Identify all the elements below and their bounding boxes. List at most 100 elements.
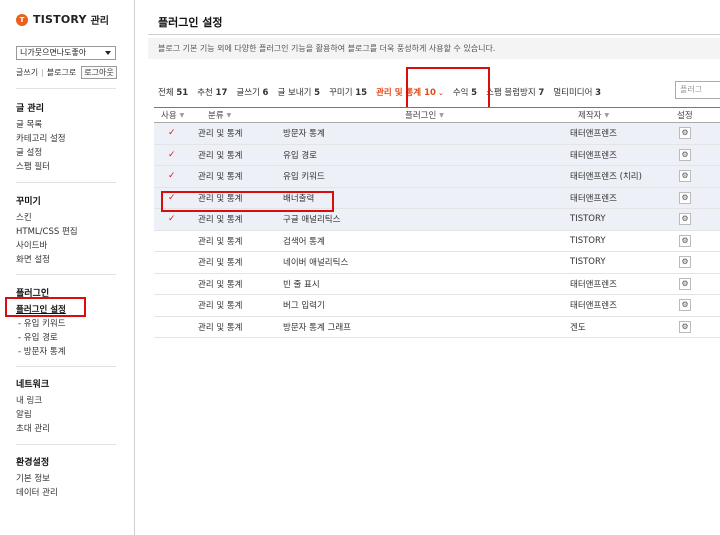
plugin-table: 사용 ▼ 분류 ▼ 플러그인 ▼ 제작자 ▼ 설정 ✓ 관리 및 통계 방문자 통계 태터앤프…: [154, 107, 720, 338]
table-row[interactable]: 관리 및 통계 버그 입력기 태터앤프렌즈 ⚙: [154, 295, 720, 317]
plugin-name-cell[interactable]: 방문자 통계: [283, 123, 325, 144]
sort-icon: ▼: [179, 111, 185, 119]
tab-decor[interactable]: 꾸미기 15: [329, 86, 367, 98]
write-link[interactable]: 글쓰기: [16, 67, 38, 78]
plugin-name-cell[interactable]: 구글 애널리틱스: [283, 209, 340, 230]
brand-sub: 관리: [90, 16, 110, 27]
tab-spam[interactable]: 스팸 블럼방지 7: [486, 86, 544, 98]
menu-item-basic-info[interactable]: 기본 정보: [16, 472, 58, 486]
highlight-box-plugin-settings: [5, 297, 86, 317]
use-cell[interactable]: ✓: [168, 123, 176, 144]
plugin-search-input[interactable]: 플러그: [675, 81, 720, 99]
plugin-name-cell[interactable]: 네이버 애널리틱스: [283, 252, 348, 273]
menu-item-invite[interactable]: 초대 관리: [16, 422, 50, 436]
gear-icon[interactable]: ⚙: [679, 127, 691, 140]
menu-item-post-list[interactable]: 글 목록: [16, 118, 66, 132]
gear-icon[interactable]: ⚙: [679, 148, 691, 161]
title-divider: [148, 34, 720, 35]
tab-multimedia[interactable]: 멀티미디어 3: [553, 86, 601, 98]
settings-cell: ⚙: [679, 188, 691, 209]
table-row[interactable]: 관리 및 통계 빈 줄 표시 태터앤프렌즈 ⚙: [154, 274, 720, 295]
tistory-logo-icon: T: [16, 13, 28, 26]
menu-item-post-settings[interactable]: 글 설정: [16, 146, 66, 160]
gear-icon[interactable]: ⚙: [679, 320, 691, 333]
brand[interactable]: T TISTORY 관리: [16, 12, 109, 27]
author-cell: TISTORY: [570, 214, 606, 225]
menu-item-notifications[interactable]: 알림: [16, 408, 50, 422]
settings-cell: ⚙: [679, 209, 691, 230]
tab-writing[interactable]: 글쓰기 6: [236, 86, 268, 98]
tab-send-post[interactable]: 글 보내기 5: [277, 86, 320, 98]
menu-item-sidebar[interactable]: 사이드바: [16, 239, 78, 253]
author-cell: 태터앤프렌즈: [570, 150, 617, 161]
gear-icon[interactable]: ⚙: [679, 299, 691, 312]
logout-button[interactable]: 로그아웃: [81, 66, 117, 79]
highlight-box-active-tab: [406, 67, 490, 110]
settings-cell: ⚙: [679, 231, 691, 252]
menu-sub-inflow-keyword[interactable]: - 유입 키워드: [16, 317, 66, 331]
gear-icon[interactable]: ⚙: [679, 277, 691, 290]
sort-icon: ▼: [439, 111, 444, 119]
menu-sub-visitor-stats[interactable]: - 방문자 통계: [16, 345, 66, 359]
settings-cell: ⚙: [679, 295, 691, 316]
settings-cell: ⚙: [679, 274, 691, 295]
table-row[interactable]: 관리 및 통계 검색어 통계 TISTORY ⚙: [154, 231, 720, 252]
author-cell: 태터앤프렌즈: [570, 301, 617, 312]
menu-head-settings: 환경설정: [16, 458, 50, 468]
table-row[interactable]: ✓ 관리 및 통계 유입 키워드 태터앤프렌즈 (치리) ⚙: [154, 166, 720, 188]
plugin-name-cell[interactable]: 버그 입력기: [283, 295, 325, 316]
plugin-name-cell[interactable]: 유입 경로: [283, 145, 317, 166]
author-cell: 겐도: [570, 322, 586, 333]
sidebar-divider: [16, 366, 116, 367]
menu-item-spam-filter[interactable]: 스팸 필터: [16, 160, 66, 174]
plugin-name-cell[interactable]: 유입 키워드: [283, 166, 325, 187]
check-icon: ✓: [168, 214, 176, 225]
menu-item-skin[interactable]: 스킨: [16, 211, 78, 225]
header-author[interactable]: 제작자 ▼: [578, 108, 609, 122]
menu-sub-inflow-path[interactable]: - 유입 경로: [16, 331, 66, 345]
header-category[interactable]: 분류 ▼: [208, 108, 231, 122]
blog-link[interactable]: 블로그로: [47, 67, 76, 78]
menu-item-data-manage[interactable]: 데이터 관리: [16, 486, 58, 500]
plugin-name-cell[interactable]: 검색어 통계: [283, 231, 325, 252]
plugin-name-cell[interactable]: 방문자 통계 그래프: [283, 317, 351, 338]
use-cell[interactable]: ✓: [168, 166, 176, 187]
settings-cell: ⚙: [679, 145, 691, 166]
gear-icon[interactable]: ⚙: [679, 256, 691, 269]
menu-item-category[interactable]: 카테고리 설정: [16, 132, 66, 146]
check-icon: ✓: [168, 149, 176, 160]
blog-select[interactable]: 니가뭇으면나도좋아: [16, 46, 116, 60]
gear-icon[interactable]: ⚙: [679, 191, 691, 204]
use-cell[interactable]: ✓: [168, 209, 176, 230]
table-row[interactable]: 관리 및 통계 방문자 통계 그래프 겐도 ⚙: [154, 317, 720, 338]
check-icon: ✓: [168, 171, 176, 182]
menu-head-posts: 글 관리: [16, 104, 44, 114]
table-row[interactable]: ✓ 관리 및 통계 유입 경로 태터앤프렌즈 ⚙: [154, 144, 720, 166]
gear-icon[interactable]: ⚙: [679, 234, 691, 247]
tab-recommended[interactable]: 추천 17: [197, 86, 227, 98]
category-tabs: 전체 51 추천 17 글쓰기 6 글 보내기 5 꾸미기 15 관리 및 통계…: [158, 86, 610, 98]
menu-head-decor: 꾸미기: [16, 197, 41, 207]
table-row[interactable]: ✓ 관리 및 통계 방문자 통계 태터앤프렌즈 ⚙: [154, 123, 720, 145]
side-links: 글쓰기 | 블로그로 로그아웃: [16, 66, 117, 79]
use-cell[interactable]: ✓: [168, 145, 176, 166]
table-row[interactable]: 관리 및 통계 네이버 애널리틱스 TISTORY ⚙: [154, 252, 720, 274]
category-cell: 관리 및 통계: [198, 215, 243, 226]
sidebar-divider: [16, 88, 116, 89]
menu-group-network: 네트워크 내 링크 알림 초대 관리: [16, 377, 50, 436]
gear-icon[interactable]: ⚙: [679, 170, 691, 183]
menu-item-html-css[interactable]: HTML/CSS 편집: [16, 225, 78, 239]
plugin-name-cell[interactable]: 빈 줄 표시: [283, 274, 320, 295]
header-use[interactable]: 사용 ▼: [161, 108, 184, 122]
header-plugin[interactable]: 플러그인 ▼: [405, 108, 444, 122]
menu-item-my-links[interactable]: 내 링크: [16, 394, 50, 408]
tab-all[interactable]: 전체 51: [158, 86, 188, 98]
gear-icon[interactable]: ⚙: [679, 213, 691, 226]
author-cell: 태터앤프렌즈 (치리): [570, 172, 642, 183]
menu-item-screen-settings[interactable]: 화면 설정: [16, 253, 78, 267]
author-cell: TISTORY: [570, 235, 606, 246]
page-title: 플러그인 설정: [158, 16, 223, 29]
table-row[interactable]: ✓ 관리 및 통계 구글 애널리틱스 TISTORY ⚙: [154, 209, 720, 231]
category-cell: 관리 및 통계: [198, 172, 243, 183]
header-settings: 설정: [677, 111, 693, 121]
